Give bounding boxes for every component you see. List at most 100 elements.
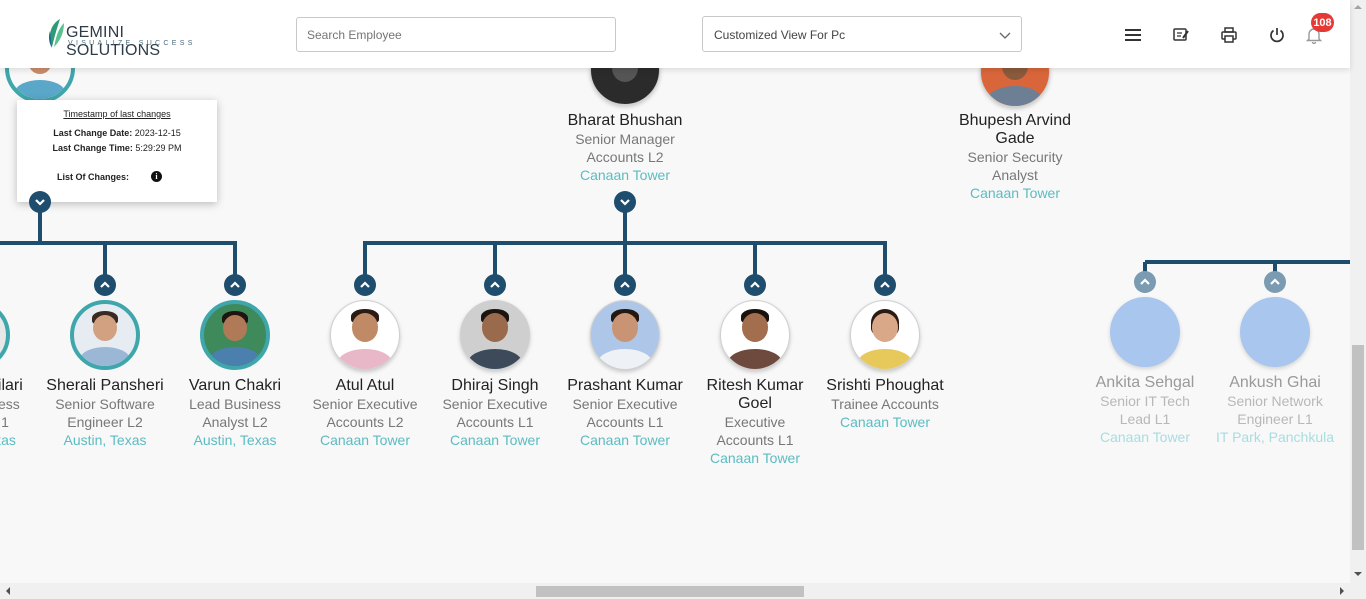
employee-designation-level: Accounts L2 (326, 414, 404, 430)
view-select-dropdown[interactable]: Customized View For Pc (702, 16, 1022, 52)
tooltip-title: Timestamp of last changes (63, 109, 171, 119)
last-change-date-label: Last Change Date: (53, 128, 133, 138)
collapse-toggle-icon[interactable] (29, 191, 51, 213)
employee-name-line2: Gade (995, 130, 1035, 147)
employee-name: Varun Chakri (188, 377, 282, 394)
employee-location: Canaan Tower (449, 432, 541, 448)
power-logout-icon[interactable] (1267, 25, 1287, 45)
employee-designation: Senior Executive (442, 396, 548, 412)
employee-designation: Senior Security (967, 149, 1063, 165)
employee-name: Srishti Phoughat (826, 377, 944, 394)
expand-toggle-icon[interactable] (874, 274, 896, 296)
employee-node[interactable]: Atul Atul Senior Executive Accounts L2 C… (300, 377, 430, 449)
company-logo[interactable]: GEMINI SOLUTIONS VISUALIZE SUCCESS (46, 17, 216, 59)
notification-count-badge: 108 (1311, 13, 1334, 32)
employee-designation: Senior Executive (572, 396, 678, 412)
employee-location: IT Park, Panchkula (1215, 429, 1335, 445)
employee-location: Canaan Tower (709, 450, 801, 466)
scroll-down-arrow-icon[interactable] (1350, 567, 1366, 581)
menu-hamburger-icon[interactable] (1123, 25, 1143, 45)
collapse-toggle-icon[interactable] (614, 191, 636, 213)
scroll-right-arrow-icon[interactable] (1335, 583, 1349, 599)
employee-designation: Executive (724, 414, 786, 430)
timestamp-tooltip: Timestamp of last changes Last Change Da… (17, 100, 217, 202)
employee-node[interactable]: Ritesh Kumar Goel Executive Accounts L1 … (690, 377, 820, 467)
avatar[interactable] (720, 300, 790, 370)
employee-location: Canaan Tower (579, 167, 671, 183)
avatar-placeholder[interactable] (1240, 297, 1310, 367)
employee-designation-level: Accounts L1 (716, 432, 794, 448)
employee-location: Austin, Texas (63, 432, 147, 448)
horizontal-scrollbar[interactable] (0, 583, 1350, 599)
employee-node[interactable]: Srishti Phoughat Trainee Accounts Canaan… (820, 377, 950, 431)
employee-location: Austin, Texas (193, 432, 277, 448)
employee-location: Canaan Tower (839, 414, 931, 430)
employee-location: Canaan Tower (579, 432, 671, 448)
org-chart-canvas[interactable]: Apr roje Aus Timestamp of last changes L… (0, 0, 1350, 583)
employee-node[interactable]: Ankita Sehgal Senior IT Tech Lead L1 Can… (1080, 374, 1210, 446)
employee-designation-level: Analyst L2 (202, 414, 268, 430)
employee-name: Sherali Pansheri (46, 377, 164, 394)
vertical-scroll-thumb[interactable] (1352, 345, 1364, 550)
employee-designation: Trainee Accounts (831, 396, 939, 412)
last-change-date-value: 2023-12-15 (134, 128, 181, 138)
employee-location: Canaan Tower (969, 185, 1061, 201)
employee-designation-level: Engineer L2 (67, 414, 143, 430)
employee-node[interactable]: Ankush Ghai Senior Network Engineer L1 I… (1210, 374, 1340, 446)
info-icon[interactable]: i (151, 171, 162, 182)
employee-designation: Senior Network (1227, 393, 1323, 409)
expand-toggle-icon[interactable] (744, 274, 766, 296)
scrollbar-corner (1350, 583, 1366, 599)
employee-node[interactable]: Dhiraj Singh Senior Executive Accounts L… (430, 377, 560, 449)
employee-designation: Senior Software (55, 396, 155, 412)
employee-designation: Lead Business (189, 396, 281, 412)
last-change-time-label: Last Change Time: (52, 143, 133, 153)
employee-name-line1: Bhupesh Arvind (958, 112, 1072, 129)
expand-toggle-icon[interactable] (224, 274, 246, 296)
expand-toggle-icon[interactable] (354, 274, 376, 296)
employee-location: Canaan Tower (1099, 429, 1191, 445)
employee-name: Atul Atul (335, 377, 395, 394)
avatar[interactable] (330, 300, 400, 370)
employee-name: Ankita Sehgal (1095, 374, 1195, 391)
employee-designation-level: Analyst (992, 167, 1038, 183)
last-change-time-value: 5:29:29 PM (135, 143, 182, 153)
employee-location: Canaan Tower (319, 432, 411, 448)
employee-designation: Senior Executive (312, 396, 418, 412)
search-employee-input[interactable] (296, 17, 616, 52)
avatar[interactable] (200, 300, 270, 370)
logo-tagline: VISUALIZE SUCCESS (68, 40, 196, 47)
employee-designation-level: Engineer L1 (1237, 411, 1313, 427)
scroll-up-arrow-icon[interactable] (1350, 0, 1366, 14)
employee-name: Dhiraj Singh (451, 377, 539, 394)
employee-designation: Senior Manager (575, 131, 675, 147)
employee-name: Ankush Ghai (1229, 374, 1321, 391)
expand-toggle-icon[interactable] (484, 274, 506, 296)
avatar[interactable] (590, 300, 660, 370)
print-icon[interactable] (1219, 25, 1239, 45)
vertical-scrollbar[interactable] (1350, 0, 1366, 583)
avatar[interactable] (70, 300, 140, 370)
avatar[interactable] (460, 300, 530, 370)
list-of-changes-label: List Of Changes: (57, 172, 130, 182)
employee-node[interactable]: Varun Chakri Lead Business Analyst L2 Au… (170, 377, 300, 449)
expand-toggle-icon[interactable] (1264, 271, 1286, 293)
employee-node[interactable]: Sherali Pansheri Senior Software Enginee… (40, 377, 170, 449)
expand-toggle-icon[interactable] (1134, 271, 1156, 293)
avatar-placeholder[interactable] (1110, 297, 1180, 367)
employee-node[interactable]: Bharat Bhushan Senior Manager Accounts L… (560, 112, 690, 184)
employee-node[interactable]: Prashant Kumar Senior Executive Accounts… (560, 377, 690, 449)
horizontal-scroll-thumb[interactable] (536, 586, 804, 597)
chevron-down-icon (999, 32, 1011, 39)
employee-designation-level: Accounts L1 (586, 414, 664, 430)
edit-notes-icon[interactable] (1171, 25, 1191, 45)
avatar[interactable] (850, 300, 920, 370)
employee-designation: Senior IT Tech (1100, 393, 1190, 409)
employee-name-line1: Ritesh Kumar (706, 377, 804, 394)
employee-name: Bharat Bhushan (567, 112, 683, 129)
employee-node[interactable]: Bhupesh Arvind Gade Senior Security Anal… (950, 112, 1080, 202)
expand-toggle-icon[interactable] (94, 274, 116, 296)
expand-toggle-icon[interactable] (614, 274, 636, 296)
top-navbar: GEMINI SOLUTIONS VISUALIZE SUCCESS Custo… (0, 0, 1350, 68)
scroll-left-arrow-icon[interactable] (1, 583, 15, 599)
